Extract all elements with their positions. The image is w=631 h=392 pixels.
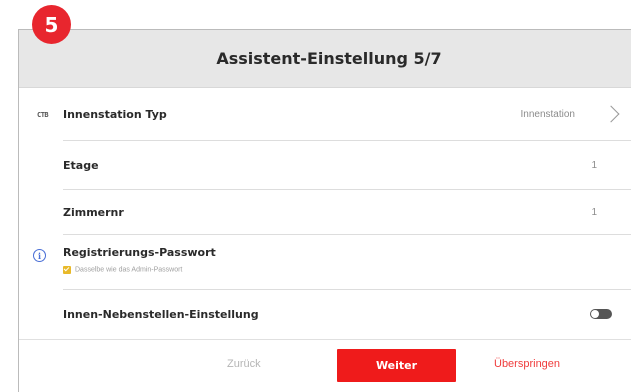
station-type-label: Innenstation Typ	[63, 107, 167, 121]
same-as-admin-checkbox[interactable]	[63, 265, 71, 274]
wizard-header: Assistent-Einstellung 5/7	[19, 30, 631, 88]
next-button[interactable]: Weiter	[337, 349, 456, 382]
floor-label: Etage	[63, 158, 99, 172]
step-number-badge: 5	[32, 5, 71, 44]
same-as-admin-text: Dasselbe wie das Admin-Passwort	[75, 266, 183, 274]
floor-row[interactable]: Etage 1	[19, 141, 631, 189]
info-icon[interactable]: i	[33, 249, 46, 262]
wizard-panel: Assistent-Einstellung 5/7 ϹΤΒ Innenstati…	[18, 29, 631, 392]
extension-setting-row: Innen-Nebenstellen-Einstellung	[19, 290, 631, 338]
back-button[interactable]: Zurück	[227, 358, 261, 370]
room-row[interactable]: Zimmernr 1	[19, 190, 631, 234]
station-type-row[interactable]: ϹΤΒ Innenstation Typ Innenstation	[19, 88, 631, 140]
floor-value[interactable]: 1	[591, 160, 597, 171]
skip-button[interactable]: Überspringen	[494, 358, 560, 370]
station-type-value: Innenstation	[520, 108, 576, 120]
password-label: Registrierungs-Passwort	[63, 246, 216, 259]
password-row[interactable]: i Registrierungs-Passwort Dasselbe wie d…	[19, 235, 631, 289]
extension-setting-label: Innen-Nebenstellen-Einstellung	[63, 307, 259, 321]
page-title: Assistent-Einstellung 5/7	[216, 49, 442, 68]
chevron-right-icon[interactable]	[602, 105, 620, 123]
wizard-footer: Zurück Weiter Überspringen	[19, 339, 631, 392]
station-type-icon: ϹΤΒ	[37, 111, 49, 120]
room-value[interactable]: 1	[591, 207, 597, 218]
toggle-knob	[591, 310, 599, 318]
room-label: Zimmernr	[63, 205, 124, 219]
extension-toggle[interactable]	[590, 309, 612, 319]
